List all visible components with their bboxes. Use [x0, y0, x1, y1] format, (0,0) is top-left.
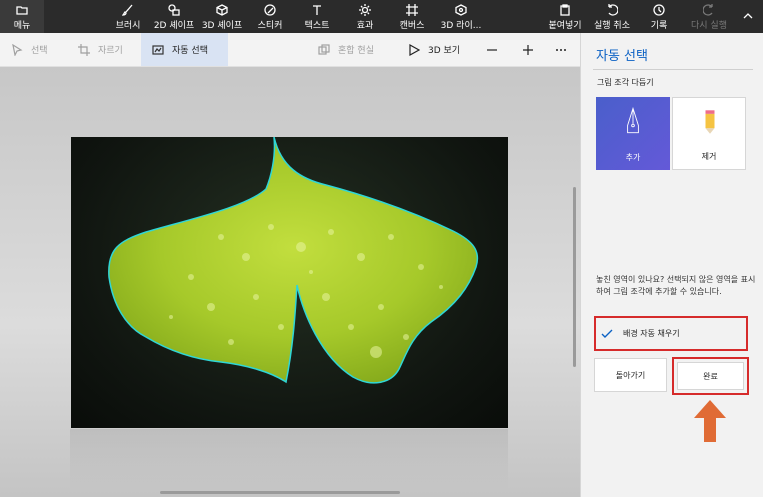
autofill-background-checkbox[interactable]: 배경 자동 채우기 [594, 316, 748, 351]
mixed-reality-label: 혼합 현실 [338, 46, 374, 56]
more-icon [556, 48, 566, 51]
paste-button[interactable]: 붙여넣기 [545, 0, 585, 33]
text-label: 텍스트 [304, 21, 330, 31]
minus-icon [487, 48, 497, 51]
hint-text: 놓친 영역이 있나요? 선택되지 않은 영역을 표시하여 그림 조각에 추가할 … [596, 275, 756, 296]
redo-icon [703, 4, 713, 16]
library3d-label: 3D 라이... [440, 21, 482, 31]
canvas-reflection [70, 429, 508, 489]
panel-title: 자동 선택 [596, 49, 648, 64]
shapes3d-label: 3D 셰이프 [201, 21, 243, 31]
horizontal-scrollbar[interactable] [160, 491, 400, 494]
stickers-button[interactable]: 스티커 [252, 0, 288, 33]
more-options-button[interactable] [555, 33, 571, 66]
brush-button[interactable]: 브러시 [108, 0, 148, 33]
magic-select-panel: 자동 선택 그림 조각 다듬기 추가 제거 놓친 영역이 있나요? 선택되지 않… [580, 33, 763, 497]
effects-label: 효과 [356, 21, 374, 31]
remove-tool-label: 제거 [701, 152, 717, 161]
canvas-icon [406, 4, 418, 16]
done-button[interactable]: 완료 [677, 362, 744, 390]
view3d-icon [409, 43, 420, 56]
vertical-scrollbar[interactable] [573, 187, 576, 367]
autofill-background-label: 배경 자동 채우기 [623, 329, 680, 338]
redo-button[interactable]: 다시 실행 [687, 0, 731, 33]
chevron-up-icon [743, 13, 753, 19]
paste-label: 붙여넣기 [548, 21, 582, 31]
undo-label: 실행 취소 [594, 21, 630, 31]
stickers-label: 스티커 [257, 21, 283, 31]
canvas-button[interactable]: 캔버스 [395, 0, 429, 33]
panel-subtitle: 그림 조각 다듬기 [597, 78, 654, 87]
clipboard-icon [560, 4, 570, 16]
select-label: 선택 [31, 46, 48, 56]
library3d-icon [455, 4, 467, 16]
sun-icon [359, 4, 371, 16]
checkmark-icon [601, 329, 613, 338]
collapse-ribbon-button[interactable] [737, 0, 759, 33]
history-label: 기록 [650, 21, 668, 31]
brush-label: 브러시 [115, 21, 141, 31]
cube-icon [216, 4, 228, 16]
canvas-image[interactable] [71, 137, 508, 428]
plus-icon [523, 44, 533, 55]
ginkgo-leaf-image [108, 137, 479, 384]
undo-icon [608, 4, 618, 16]
shapes2d-label: 2D 셰이프 [153, 21, 195, 31]
folder-icon [16, 6, 28, 15]
text-icon [313, 5, 321, 15]
magic-select-label: 자동 선택 [172, 46, 208, 56]
brush-icon [122, 4, 133, 16]
crop-label: 자르기 [98, 46, 123, 56]
zoom-out-button[interactable] [486, 33, 502, 66]
shapes2d-icon [168, 4, 180, 16]
view3d-label: 3D 보기 [428, 46, 461, 56]
shapes3d-button[interactable]: 3D 셰이프 [200, 0, 244, 33]
top-toolbar: 메뉴 브러시 2D 셰이프 3D 셰이프 스티커 텍스트 효과 캔버스 3D 라… [0, 0, 763, 33]
sticker-icon [264, 4, 276, 16]
panel-divider [593, 69, 753, 70]
secondary-toolbar: 선택 자르기 자동 선택 혼합 현실 3D 보기 [0, 33, 580, 67]
crop-button[interactable]: 자르기 [74, 33, 134, 66]
mixed-reality-icon [318, 43, 330, 55]
shapes2d-button[interactable]: 2D 셰이프 [150, 0, 198, 33]
zoom-in-button[interactable] [522, 33, 538, 66]
crop-icon [78, 43, 90, 56]
redo-label: 다시 실행 [691, 21, 727, 31]
menu-label: 메뉴 [13, 21, 31, 31]
magic-select-button[interactable]: 자동 선택 [141, 33, 228, 66]
canvas-label: 캔버스 [399, 21, 425, 31]
library3d-button[interactable]: 3D 라이... [440, 0, 482, 33]
view3d-button[interactable]: 3D 보기 [408, 33, 468, 66]
effects-button[interactable]: 효과 [350, 0, 380, 33]
history-icon [653, 4, 665, 16]
mixed-reality-button[interactable]: 혼합 현실 [318, 33, 388, 66]
undo-button[interactable]: 실행 취소 [590, 0, 634, 33]
arrow-up-icon [694, 400, 726, 442]
cursor-icon [12, 43, 23, 56]
text-button[interactable]: 텍스트 [300, 0, 334, 33]
remove-tool-button[interactable]: 제거 [672, 97, 746, 170]
leaf-shape [108, 137, 479, 384]
menu-button[interactable]: 메뉴 [0, 0, 44, 33]
done-button-highlight[interactable]: 완료 [672, 357, 749, 395]
pen-icon [627, 107, 639, 134]
history-button[interactable]: 기록 [646, 0, 672, 33]
back-button[interactable]: 돌아가기 [594, 358, 667, 392]
add-tool-button[interactable]: 추가 [596, 97, 670, 170]
add-tool-label: 추가 [625, 153, 641, 162]
eraser-icon [705, 110, 715, 134]
select-button[interactable]: 선택 [8, 33, 68, 66]
magic-select-icon [152, 44, 164, 55]
